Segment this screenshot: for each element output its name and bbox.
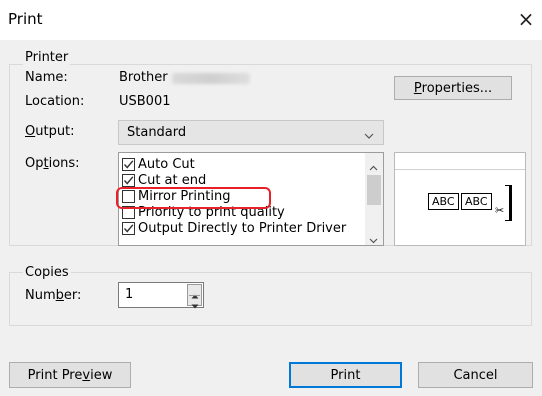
spin-down-icon[interactable] bbox=[191, 298, 199, 313]
output-label-rest: utput: bbox=[35, 124, 75, 139]
options-label-prefix: Op bbox=[25, 156, 44, 171]
print-button[interactable]: Print bbox=[289, 362, 402, 388]
label-preview: ABC ABC ✂ bbox=[394, 152, 526, 246]
number-label: Number: bbox=[25, 288, 81, 303]
printer-name-value: Brother bbox=[119, 70, 168, 85]
properties-button[interactable]: Properties... bbox=[394, 76, 512, 100]
chevron-down-icon bbox=[364, 129, 374, 144]
checkbox-checked-icon[interactable] bbox=[122, 173, 135, 187]
print-preview-label-accel: v bbox=[82, 367, 91, 383]
mirror-printing-highlight bbox=[116, 187, 271, 209]
options-label: Options: bbox=[25, 156, 80, 171]
preview-abc-box: ABC bbox=[428, 193, 459, 210]
tape-end-marker bbox=[509, 185, 512, 221]
checkbox-checked-icon[interactable] bbox=[122, 157, 135, 171]
scroll-up-icon[interactable] bbox=[369, 160, 378, 175]
option-label: Cut at end bbox=[138, 172, 207, 188]
copies-group bbox=[9, 272, 532, 326]
option-auto-cut[interactable]: Auto Cut bbox=[122, 156, 195, 172]
options-scrollbar[interactable] bbox=[365, 153, 383, 245]
option-label: Output Directly to Printer Driver bbox=[138, 220, 347, 236]
copies-group-label: Copies bbox=[23, 265, 71, 280]
spin-divider bbox=[189, 295, 200, 296]
cancel-button[interactable]: Cancel bbox=[418, 362, 533, 388]
properties-label-accel: P bbox=[413, 80, 422, 96]
tape-end-tick-top bbox=[505, 185, 509, 186]
printer-group-label: Printer bbox=[23, 50, 71, 65]
output-label-accel: O bbox=[25, 124, 36, 139]
tape-end-tick-bottom bbox=[505, 220, 509, 221]
copies-number-value: 1 bbox=[125, 287, 134, 302]
scroll-down-icon[interactable] bbox=[369, 233, 378, 245]
title-bar bbox=[0, 0, 542, 40]
option-label: Auto Cut bbox=[138, 156, 195, 172]
number-label-rest: er: bbox=[63, 288, 82, 303]
print-preview-button[interactable]: Print Pre v iew bbox=[9, 362, 131, 388]
output-select[interactable]: Standard bbox=[118, 120, 384, 145]
preview-abc-box: ABC bbox=[461, 193, 492, 210]
copies-spinner[interactable] bbox=[187, 284, 202, 309]
print-preview-label-rest: iew bbox=[90, 367, 113, 383]
redacted-printer-model bbox=[172, 73, 250, 84]
name-label: Name: bbox=[25, 70, 68, 85]
location-label: Location: bbox=[25, 94, 85, 109]
location-value: USB001 bbox=[119, 94, 171, 109]
output-label: Output: bbox=[25, 124, 75, 139]
print-preview-label-prefix: Print Pre bbox=[27, 367, 83, 383]
properties-label-rest: roperties... bbox=[421, 80, 493, 96]
dialog-title: Print bbox=[8, 10, 43, 28]
checkbox-checked-icon[interactable] bbox=[122, 221, 135, 235]
option-output-directly[interactable]: Output Directly to Printer Driver bbox=[122, 220, 346, 236]
scroll-thumb[interactable] bbox=[367, 175, 381, 205]
scissors-icon: ✂ bbox=[495, 204, 505, 217]
options-label-rest: ions: bbox=[48, 156, 80, 171]
output-selected-value: Standard bbox=[127, 125, 187, 140]
number-label-prefix: Num bbox=[25, 288, 56, 303]
number-label-accel: b bbox=[55, 288, 64, 303]
close-button[interactable]: × bbox=[516, 7, 536, 31]
option-cut-at-end[interactable]: Cut at end bbox=[122, 172, 206, 188]
preview-divider bbox=[395, 169, 525, 170]
